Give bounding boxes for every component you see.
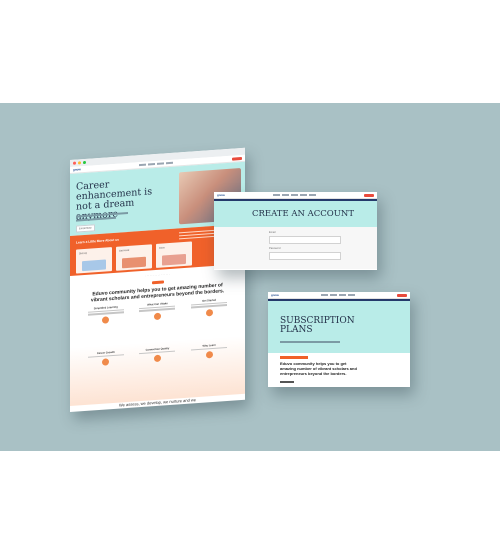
- feature-item: Simplified Learning: [86, 305, 126, 326]
- subscription-header: SUBSCRIPTION PLANS: [268, 301, 410, 353]
- password-field[interactable]: [269, 252, 341, 260]
- about-tile[interactable]: Grow: [156, 241, 192, 268]
- section-badge: [280, 356, 308, 359]
- hero-cta-button[interactable]: Enroll Now: [76, 224, 95, 233]
- tile-image: [162, 253, 186, 266]
- feature-icon: [102, 315, 110, 324]
- account-header: CREATE AN ACCOUNT: [214, 201, 377, 227]
- password-label: Password: [269, 247, 281, 250]
- feature-item: Why Learn: [189, 343, 229, 362]
- feature-icon: [153, 312, 161, 320]
- signup-button[interactable]: [364, 193, 374, 197]
- subscription-title: SUBSCRIPTION PLANS: [280, 316, 355, 335]
- about-tiles: Skill Up Get Hired Grow: [76, 241, 192, 274]
- subscription-tagline: Eduvo community helps you to get amazing…: [280, 361, 357, 376]
- home-page-mockup: gnow Career enhancement is not a dream a…: [70, 147, 245, 412]
- maximize-dot-icon: [83, 160, 86, 165]
- features-row-2: Career Growth Connection Quality Why Lea…: [70, 336, 245, 371]
- email-field[interactable]: [269, 236, 341, 244]
- close-dot-icon: [73, 161, 76, 165]
- account-title: CREATE AN ACCOUNT: [252, 209, 355, 219]
- mockup-scene: gnow Career enhancement is not a dream a…: [0, 103, 500, 451]
- feature-item: Connection Quality: [137, 346, 177, 365]
- nav-links[interactable]: [320, 294, 355, 296]
- about-tile[interactable]: Skill Up: [76, 247, 112, 274]
- account-form: Email Password: [214, 227, 377, 269]
- feature-item: Career Growth: [86, 350, 126, 369]
- feature-icon: [205, 351, 213, 359]
- signup-button[interactable]: [397, 293, 407, 297]
- feature-item: What Can I Make: [137, 301, 177, 322]
- nav-links[interactable]: [139, 162, 174, 166]
- signup-button[interactable]: [232, 156, 242, 161]
- subscription-navbar: gnow: [268, 292, 410, 299]
- email-label: Email: [269, 231, 276, 234]
- about-tile[interactable]: Get Hired: [116, 244, 152, 271]
- create-account-mockup: gnow CREATE AN ACCOUNT Email Password: [214, 192, 377, 270]
- account-navbar: gnow: [214, 192, 377, 199]
- feature-icon: [102, 358, 110, 367]
- subscription-mockup: gnow SUBSCRIPTION PLANS Eduvo community …: [268, 292, 410, 387]
- tile-image: [82, 259, 106, 272]
- feature-item: Get Started: [189, 298, 229, 319]
- tile-image: [122, 256, 146, 269]
- site-logo[interactable]: gnow: [217, 193, 225, 197]
- about-title: Learn a Little More About us: [76, 237, 119, 245]
- feature-icon: [153, 354, 161, 363]
- minimize-dot-icon: [78, 161, 81, 165]
- site-logo[interactable]: gnow: [73, 167, 81, 172]
- feature-icon: [205, 308, 213, 317]
- site-logo[interactable]: gnow: [271, 293, 279, 297]
- nav-links[interactable]: [272, 194, 316, 196]
